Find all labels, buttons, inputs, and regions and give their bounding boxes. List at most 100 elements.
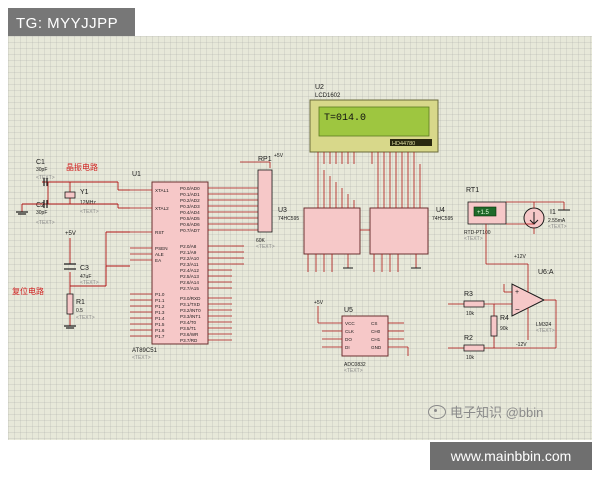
mcu-pin-label: P1.3 xyxy=(155,310,165,315)
resistor-r2[interactable] xyxy=(463,344,485,352)
i1-label: I1 xyxy=(550,209,556,216)
lcd-designator: U2 xyxy=(315,84,324,91)
r1-value: 0.5 xyxy=(76,308,83,314)
r2-value: 10k xyxy=(466,355,475,361)
mcu-pin-label: P3.5/T1 xyxy=(180,326,197,331)
rp1-label: RP1 xyxy=(258,156,272,163)
mcu-pin-label: P2.5/A13 xyxy=(180,274,199,279)
mcu-pin-label: P1.6 xyxy=(155,328,165,333)
mcu-pin-label: P3.2/INT0 xyxy=(180,308,201,313)
mcu-pin-label: P1.7 xyxy=(155,334,165,339)
resistor-r3[interactable] xyxy=(463,300,485,308)
mcu-pin-label: P3.6/WR xyxy=(180,332,199,337)
u6-label: U6:A xyxy=(538,269,554,276)
mcu-pin-label: XTAL2 xyxy=(155,206,169,211)
adc-pin-label: CLK xyxy=(345,329,355,334)
mcu-pin-label: P2.7/A15 xyxy=(180,286,199,291)
u4-label: U4 xyxy=(436,207,445,214)
mcu-pin-label: P1.1 xyxy=(155,298,165,303)
rp1-text-placeholder: <TEXT> xyxy=(256,244,275,250)
y1-label: Y1 xyxy=(80,189,89,196)
r3-value: 10k xyxy=(466,311,475,317)
y1-text-placeholder: <TEXT> xyxy=(80,209,99,215)
mcu-pin-label: P2.6/A14 xyxy=(180,280,199,285)
rt1-text-placeholder: <TEXT> xyxy=(464,236,483,242)
c1-text-placeholder: <TEXT> xyxy=(36,175,55,181)
mcu-pin-label: P3.7/RD xyxy=(180,338,198,343)
u6-text-placeholder: <TEXT> xyxy=(536,328,555,334)
mcu-pin-label: P2.3/A11 xyxy=(180,262,199,267)
mcu-part: AT89C51 xyxy=(132,348,158,354)
r4-label: R4 xyxy=(500,315,509,322)
mcu-pin-label: P3.1/TXD xyxy=(180,302,201,307)
mcu-pin-label: P1.5 xyxy=(155,322,165,327)
u3-part: 74HC595 xyxy=(278,216,299,222)
adc-pin-label: VCC xyxy=(345,321,355,326)
u5-label: U5 xyxy=(344,307,353,314)
adc-pin-label: CS xyxy=(371,321,377,326)
schematic-diagram[interactable]: U2 LCD1602 T=014.0 HD44780 晶振电路 C1 30pF … xyxy=(8,36,592,440)
mcu-pin-label: P2.1/A9 xyxy=(180,250,197,255)
adc-pin-label: DI xyxy=(345,345,350,350)
watermark: 电子知识 @bbin xyxy=(428,402,543,421)
mcu-pin-label: P0.0/AD0 xyxy=(180,186,200,191)
r4-value: 90k xyxy=(500,326,509,332)
mcu-pin-label: PSEN xyxy=(155,246,168,251)
mcu-pin-label: P3.3/INT1 xyxy=(180,314,201,319)
shift-register-u3[interactable] xyxy=(303,207,361,255)
mcu-pin-label: P2.0/A8 xyxy=(180,244,197,249)
mcu-text-placeholder: <TEXT> xyxy=(132,355,151,361)
rail-label-pos5-c: +5V xyxy=(314,300,324,306)
c1-value: 30pF xyxy=(36,167,47,173)
rail-label-neg12: -12V xyxy=(516,342,527,348)
mcu-pin-label: ALE xyxy=(155,252,164,257)
r1-label: R1 xyxy=(76,299,85,306)
mcu-pin-label: P0.1/AD1 xyxy=(180,192,200,197)
mcu-pin-label: P1.2 xyxy=(155,304,165,309)
lcd-part: LCD1602 xyxy=(315,93,341,99)
mcu-pin-label: P2.2/A10 xyxy=(180,256,199,261)
schematic-canvas[interactable]: U2 LCD1602 T=014.0 HD44780 晶振电路 C1 30pF … xyxy=(8,36,592,440)
c2-text-placeholder: <TEXT> xyxy=(36,220,55,226)
mcu-pin-label: P0.3/AD3 xyxy=(180,204,200,209)
chat-bubble-icon xyxy=(428,404,446,419)
i1-text-placeholder: <TEXT> xyxy=(548,224,567,230)
mcu-pin-label: P3.0/RXD xyxy=(180,296,201,301)
mcu-pin-label: P1.0 xyxy=(155,292,165,297)
r1-text-placeholder: <TEXT> xyxy=(76,315,95,321)
adc-pin-label: CH0 xyxy=(371,329,381,334)
mcu-pin-label: RST xyxy=(155,230,164,235)
mcu-pin-label: P2.4/A12 xyxy=(180,268,199,273)
u3-label: U3 xyxy=(278,207,287,214)
crystal-y1[interactable] xyxy=(64,191,76,199)
u5-text-placeholder: <TEXT> xyxy=(344,368,363,374)
c3-text-placeholder: <TEXT> xyxy=(80,280,99,286)
resistor-pack-rp1[interactable] xyxy=(257,169,273,233)
rtd-reading: +1.5 xyxy=(477,210,490,216)
rail-label-pos12: +12V xyxy=(514,254,526,260)
mcu-pin-label: P0.4/AD4 xyxy=(180,210,200,215)
reset-circuit-label: 复位电路 xyxy=(12,286,44,296)
mcu-designator: U1 xyxy=(132,171,141,178)
mcu-pin-label: P0.7/AD7 xyxy=(180,228,200,233)
c1-label: C1 xyxy=(36,159,45,166)
site-tag: www.mainbbin.com xyxy=(430,442,592,470)
mcu-pin-label: XTAL1 xyxy=(155,188,169,193)
adc-pin-label: DO xyxy=(345,337,352,342)
rail-label-pos5-a: +5V xyxy=(65,231,76,237)
r3-label: R3 xyxy=(464,291,473,298)
y1-value: 12MHz xyxy=(80,200,96,206)
shift-register-u4[interactable] xyxy=(369,207,429,255)
lcd-brand: HD44780 xyxy=(392,141,415,147)
resistor-r4[interactable] xyxy=(490,315,498,337)
svg-text:+: + xyxy=(515,289,519,296)
mcu-pin-label: EA xyxy=(155,258,162,263)
oscillator-circuit-label: 晶振电路 xyxy=(66,162,98,172)
resistor-r1[interactable] xyxy=(66,293,74,315)
adc-pin-label: GND xyxy=(371,345,382,350)
lcd-text: T=014.0 xyxy=(324,113,366,124)
mcu-pin-label: P3.4/T0 xyxy=(180,320,197,325)
mcu-pin-label: P0.5/AD5 xyxy=(180,216,200,221)
c3-label: C3 xyxy=(80,265,89,272)
mcu-pin-label: P1.4 xyxy=(155,316,165,321)
